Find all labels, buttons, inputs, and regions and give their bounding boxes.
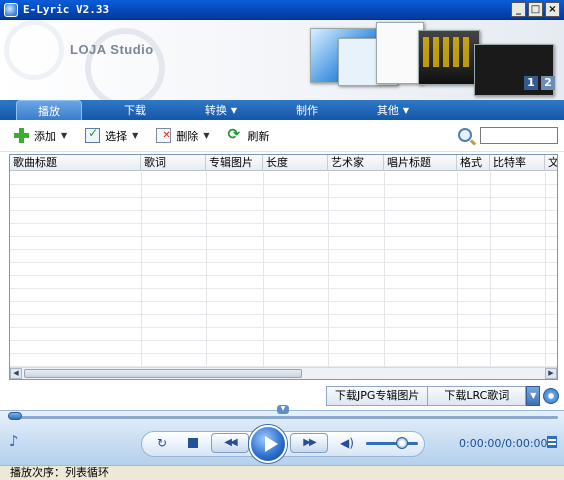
- song-table: 歌曲标题 歌词 专辑图片 长度 艺术家 唱片标题 格式 比特率 文 ◀ ▶: [9, 154, 558, 380]
- scroll-thumb[interactable]: [24, 369, 302, 378]
- delete-label: 删除: [176, 129, 199, 143]
- column-header-format[interactable]: 格式: [457, 155, 490, 171]
- decor-ring: [85, 28, 165, 100]
- refresh-icon: [227, 125, 242, 143]
- scroll-right-icon[interactable]: ▶: [545, 368, 557, 379]
- column-header-more[interactable]: 文: [545, 155, 557, 171]
- search-icon[interactable]: [458, 128, 472, 142]
- seek-bar[interactable]: [10, 416, 558, 419]
- app-icon: [4, 2, 18, 17]
- tab-download[interactable]: 下载: [102, 100, 168, 120]
- promo-screenshot: [418, 30, 480, 85]
- repeat-icon[interactable]: ↻: [157, 436, 167, 450]
- refresh-label: 刷新: [247, 129, 270, 143]
- time-display: 0:00:00/0:00:00: [459, 437, 548, 450]
- add-button[interactable]: 添加 ▼: [14, 128, 67, 144]
- delete-icon: [156, 128, 172, 143]
- playlist-icon[interactable]: [547, 436, 557, 448]
- tab-make[interactable]: 制作: [274, 100, 340, 120]
- tab-play[interactable]: 播放: [16, 100, 82, 120]
- column-header-artist[interactable]: 艺术家: [328, 155, 384, 171]
- tab-label: 制作: [296, 104, 318, 117]
- column-header-lyric[interactable]: 歌词: [141, 155, 206, 171]
- chevron-down-icon: ▼: [230, 105, 238, 115]
- column-header-length[interactable]: 长度: [263, 155, 328, 171]
- volume-knob[interactable]: [396, 437, 408, 449]
- horizontal-scrollbar[interactable]: ◀ ▶: [10, 367, 557, 379]
- status-text: 播放次序：列表循环: [10, 466, 109, 479]
- download-lrc-button[interactable]: 下载LRC歌词: [428, 386, 527, 406]
- checkbox-icon: [85, 126, 101, 143]
- minimize-button[interactable]: _: [511, 2, 526, 17]
- tab-label: 转换: [204, 104, 227, 117]
- chevron-down-icon[interactable]: ▼: [526, 386, 541, 406]
- chevron-down-icon: ▼: [402, 105, 410, 115]
- download-jpg-button[interactable]: 下载JPG专辑图片: [326, 386, 429, 406]
- volume-icon[interactable]: ◀): [340, 436, 354, 450]
- search-input[interactable]: [480, 127, 558, 144]
- decor-ring: [4, 20, 64, 80]
- collapse-icon[interactable]: ▼: [277, 405, 289, 414]
- delete-button[interactable]: 删除 ▼: [156, 128, 209, 144]
- scroll-left-icon[interactable]: ◀: [10, 368, 22, 379]
- select-label: 选择: [105, 129, 128, 143]
- column-header-album[interactable]: 唱片标题: [384, 155, 457, 171]
- tab-label: 其他: [376, 104, 399, 117]
- previous-button[interactable]: ◀◀: [211, 433, 249, 453]
- tab-label: 下载: [124, 104, 146, 117]
- close-button[interactable]: ×: [545, 2, 560, 17]
- column-header-bitrate[interactable]: 比特率: [490, 155, 545, 171]
- status-bar: 播放次序：列表循环: [0, 465, 564, 480]
- window-title: E-Lyric V2.33: [23, 3, 110, 16]
- table-body[interactable]: [10, 172, 557, 367]
- column-header-title[interactable]: 歌曲标题: [10, 155, 141, 171]
- seek-handle[interactable]: [8, 412, 22, 420]
- music-note-icon: ♪: [9, 432, 19, 450]
- table-header: 歌曲标题 歌词 专辑图片 长度 艺术家 唱片标题 格式 比特率 文: [10, 155, 557, 171]
- slide-1-button[interactable]: 1: [524, 76, 538, 90]
- chevron-down-icon[interactable]: ▼: [61, 131, 67, 140]
- download-bar: 下载JPG专辑图片 下载LRC歌词 ▼: [326, 386, 560, 406]
- stop-button[interactable]: [188, 438, 198, 448]
- window-controls: _ □ ×: [511, 2, 560, 17]
- next-button[interactable]: ▶▶: [290, 433, 328, 453]
- cd-icon[interactable]: [543, 388, 560, 404]
- main-nav: 播放 下载 转换 ▼ 制作 其他 ▼: [0, 100, 564, 120]
- chevron-down-icon[interactable]: ▼: [203, 131, 209, 140]
- column-header-cover[interactable]: 专辑图片: [206, 155, 263, 171]
- promo-screenshot: [376, 22, 424, 84]
- add-label: 添加: [34, 129, 56, 143]
- plus-icon: [14, 128, 29, 143]
- maximize-button[interactable]: □: [528, 2, 543, 17]
- brand-logo: LOJA Studio: [70, 42, 154, 57]
- refresh-button[interactable]: 刷新: [227, 125, 270, 144]
- play-button[interactable]: [249, 425, 287, 463]
- title-bar: E-Lyric V2.33 _ □ ×: [0, 0, 564, 20]
- tab-convert[interactable]: 转换 ▼: [188, 100, 254, 120]
- tab-other[interactable]: 其他 ▼: [360, 100, 426, 120]
- volume-slider[interactable]: [366, 442, 418, 445]
- select-button[interactable]: 选择 ▼: [85, 126, 138, 144]
- banner: LOJA Studio 1 2: [0, 20, 564, 100]
- slide-2-button[interactable]: 2: [541, 76, 555, 90]
- tab-label: 播放: [38, 104, 60, 118]
- chevron-down-icon[interactable]: ▼: [132, 131, 138, 140]
